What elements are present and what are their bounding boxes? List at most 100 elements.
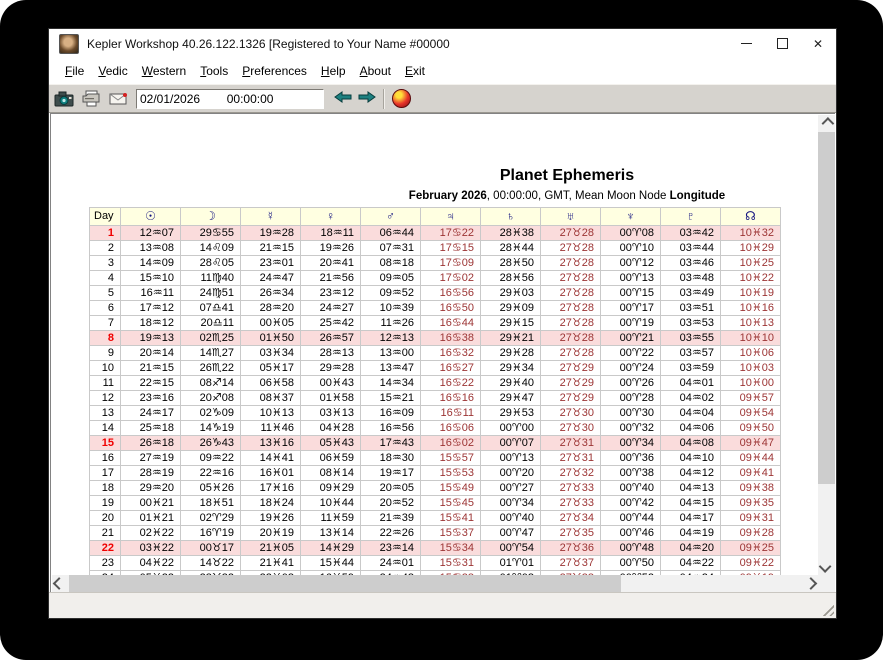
position-cell: 00♈13	[601, 271, 661, 286]
datetime-input[interactable]	[136, 89, 324, 109]
horizontal-scrollbar[interactable]	[52, 575, 818, 592]
minimize-button[interactable]	[728, 29, 764, 58]
position-cell: 22♒26	[361, 526, 421, 541]
position-cell: 00♓21	[121, 496, 181, 511]
menu-item-vedic[interactable]: Vedic	[91, 61, 134, 81]
day-cell: 4	[90, 271, 121, 286]
day-cell: 18	[90, 481, 121, 496]
position-cell: 20♒52	[361, 496, 421, 511]
position-cell: 15♋31	[421, 556, 481, 571]
day-cell: 1	[90, 226, 121, 241]
position-cell: 01♈01	[481, 556, 541, 571]
position-cell: 00♈22	[601, 346, 661, 361]
table-row: 2203♓2200♉1721♓0514♓2923♒1415♋3400♈5427♉…	[90, 541, 781, 556]
scroll-left-button[interactable]	[52, 575, 69, 592]
day-cell: 19	[90, 496, 121, 511]
jupiter-icon: ♃	[421, 208, 481, 226]
position-cell: 22♒15	[121, 376, 181, 391]
forward-arrow-icon[interactable]	[358, 90, 376, 108]
position-cell: 00♈34	[481, 496, 541, 511]
position-cell: 23♒16	[121, 391, 181, 406]
table-row: 1122♒1508♐1406♓5800♓4314♒3416♋2229♓4027♉…	[90, 376, 781, 391]
position-cell: 10♓22	[721, 271, 781, 286]
menu-item-file[interactable]: File	[58, 61, 91, 81]
position-cell: 29♓53	[481, 406, 541, 421]
table-row: 2001♓2102♈2919♓2611♓5921♒3915♋4100♈4027♉…	[90, 511, 781, 526]
scroll-down-button[interactable]	[818, 558, 835, 575]
vertical-scrollbar[interactable]	[818, 115, 835, 575]
vertical-scroll-thumb[interactable]	[818, 132, 835, 484]
position-cell: 16♋11	[421, 406, 481, 421]
position-cell: 04♓28	[301, 421, 361, 436]
position-cell: 27♉28	[541, 271, 601, 286]
position-cell: 17♒12	[121, 301, 181, 316]
position-cell: 18♒12	[121, 316, 181, 331]
camera-icon[interactable]	[52, 89, 76, 109]
red-ball-icon[interactable]	[392, 89, 411, 108]
menu-item-help[interactable]: Help	[314, 61, 353, 81]
subtitle-month: February 2026	[409, 190, 487, 202]
position-cell: 28♒20	[241, 301, 301, 316]
position-cell: 02♏25	[181, 331, 241, 346]
table-row: 819♒1302♏2501♓5026♒5712♒1316♋3829♓2127♉2…	[90, 331, 781, 346]
position-cell: 14♒09	[121, 256, 181, 271]
position-cell: 00♈54	[481, 541, 541, 556]
back-arrow-icon[interactable]	[334, 90, 352, 108]
menu-item-exit[interactable]: Exit	[398, 61, 432, 81]
toolbar-separator	[383, 89, 385, 109]
maximize-icon	[777, 38, 788, 49]
position-cell: 10♓44	[301, 496, 361, 511]
position-cell: 13♓16	[241, 436, 301, 451]
email-icon[interactable]	[106, 89, 130, 109]
app-window: Kepler Workshop 40.26.122.1326 [Register…	[48, 28, 837, 619]
position-cell: 15♋57	[421, 451, 481, 466]
position-cell: 29♓09	[481, 301, 541, 316]
position-cell: 04♒19	[661, 526, 721, 541]
position-cell: 20♐08	[181, 391, 241, 406]
day-cell: 22	[90, 541, 121, 556]
menu-item-western[interactable]: Western	[135, 61, 193, 81]
position-cell: 10♓10	[721, 331, 781, 346]
print-icon[interactable]	[79, 89, 103, 109]
position-cell: 03♒49	[661, 286, 721, 301]
ephemeris-document: Planet Ephemeris February 2026, 00:00:00…	[52, 115, 818, 575]
position-cell: 14♉22	[181, 556, 241, 571]
resize-grip-icon[interactable]	[820, 602, 834, 616]
position-cell: 01♓21	[121, 511, 181, 526]
position-cell: 19♓26	[241, 511, 301, 526]
position-cell: 21♓41	[241, 556, 301, 571]
venus-icon: ♀	[301, 208, 361, 226]
position-cell: 27♉28	[541, 346, 601, 361]
scroll-right-button[interactable]	[801, 575, 818, 592]
position-cell: 04♒04	[661, 406, 721, 421]
position-cell: 15♋53	[421, 466, 481, 481]
position-cell: 14♒34	[361, 376, 421, 391]
position-cell: 10♓13	[721, 316, 781, 331]
day-cell: 9	[90, 346, 121, 361]
menu-item-preferences[interactable]: Preferences	[235, 61, 314, 81]
menu-item-tools[interactable]: Tools	[193, 61, 235, 81]
title-bar[interactable]: Kepler Workshop 40.26.122.1326 [Register…	[49, 29, 836, 58]
position-cell: 09♓47	[721, 436, 781, 451]
position-cell: 07♎41	[181, 301, 241, 316]
position-cell: 18♒30	[361, 451, 421, 466]
position-cell: 15♋37	[421, 526, 481, 541]
position-cell: 10♓19	[721, 286, 781, 301]
position-cell: 21♒15	[121, 361, 181, 376]
horizontal-scroll-thumb[interactable]	[69, 575, 621, 592]
position-cell: 24♒01	[361, 556, 421, 571]
day-cell: 14	[90, 421, 121, 436]
position-cell: 09♓41	[721, 466, 781, 481]
position-cell: 21♓05	[241, 541, 301, 556]
table-row: 1627♒1909♒2214♓4106♓5918♒3015♋5700♈1327♉…	[90, 451, 781, 466]
close-button[interactable]: ✕	[800, 29, 836, 58]
menu-item-about[interactable]: About	[353, 61, 398, 81]
day-cell: 16	[90, 451, 121, 466]
position-cell: 19♒26	[301, 241, 361, 256]
position-cell: 10♓03	[721, 361, 781, 376]
maximize-button[interactable]	[764, 29, 800, 58]
position-cell: 03♒44	[661, 241, 721, 256]
scroll-up-button[interactable]	[818, 115, 835, 132]
position-cell: 10♓32	[721, 226, 781, 241]
day-cell: 7	[90, 316, 121, 331]
